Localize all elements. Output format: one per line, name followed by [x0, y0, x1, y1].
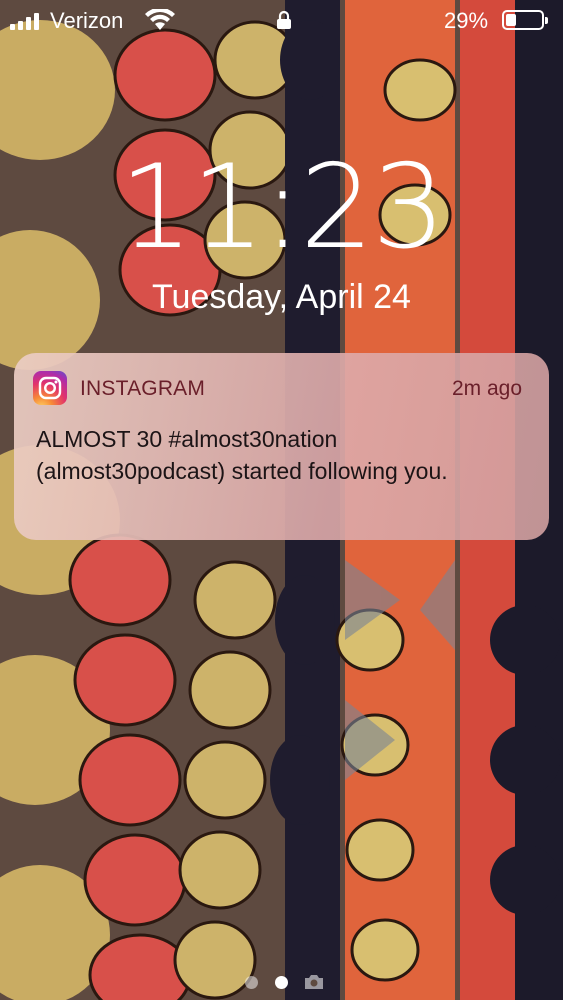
wifi-icon [145, 9, 175, 30]
notification-app-name: INSTAGRAM [80, 377, 206, 400]
camera-icon[interactable] [303, 973, 325, 991]
page-dot [245, 976, 258, 989]
carrier-label: Verizon [50, 8, 124, 33]
page-indicator [0, 973, 563, 993]
instagram-notification[interactable]: INSTAGRAM 2m ago ALMOST 30 #almost30nati… [14, 353, 549, 540]
lock-screen-time: 11:23 [119, 140, 445, 275]
battery-percent: 29% [444, 8, 489, 33]
page-dot-current [275, 976, 288, 989]
lock-screen-date: Tuesday, April 24 [152, 278, 411, 316]
signal-icon [10, 12, 39, 30]
notification-time: 2m ago [451, 377, 522, 400]
instagram-icon [33, 371, 67, 405]
notification-message: ALMOST 30 #almost30nation (almost30podca… [36, 426, 448, 484]
status-bar: Verizon 29% [0, 0, 563, 42]
lock-icon [277, 10, 291, 29]
battery-icon [502, 10, 548, 30]
